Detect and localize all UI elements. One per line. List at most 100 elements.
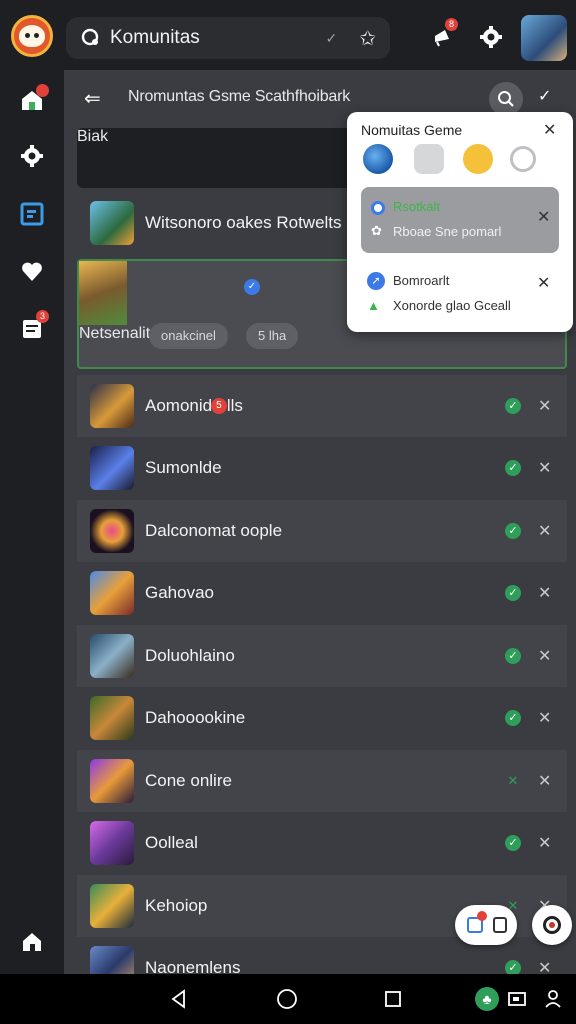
item-name: Netsenalite <box>79 324 160 342</box>
game-thumbnail <box>79 260 127 325</box>
item-name: Sumonlde <box>145 458 222 478</box>
board-icon <box>20 202 44 226</box>
globe-icon[interactable] <box>363 144 393 174</box>
checkmark-icon[interactable]: ✓ <box>326 30 338 47</box>
page-title: Nromuntas Gsme Scathfhoibark <box>128 88 351 105</box>
close-icon[interactable]: ✕ <box>538 396 551 416</box>
pending-mark-icon[interactable]: ✕ <box>505 773 521 789</box>
popup-title: Nomuitas Geme <box>361 122 463 138</box>
table-row[interactable]: Cone onlire ✕ ✕ <box>77 749 567 812</box>
accessibility-button[interactable] <box>540 986 566 1012</box>
record-icon <box>543 916 561 934</box>
popup-item-selected[interactable]: Rsotkalt ✿ Rboae Sne pomarl ✕ <box>361 187 559 253</box>
settings-button[interactable] <box>476 22 506 52</box>
rail-item-favorites[interactable] <box>16 256 48 288</box>
popup-item-title: Rsotkalt <box>393 199 440 214</box>
notes-badge: 3 <box>36 310 49 323</box>
close-icon[interactable]: ✕ <box>543 120 556 140</box>
filter-popup: Nomuitas Geme ✕ Rsotkalt ✿ Rboae Sne pom… <box>347 112 573 332</box>
screen-button[interactable] <box>504 986 530 1012</box>
back-arrow-icon[interactable]: ⇐ <box>84 86 101 111</box>
notification-badge: 8 <box>445 18 458 31</box>
drive-icon: ▲ <box>367 298 380 313</box>
app-logo[interactable] <box>11 15 53 57</box>
radio-icon <box>371 201 385 215</box>
item-name: Dalconomat oople <box>145 520 283 540</box>
star-icon[interactable]: ✩ <box>359 26 376 51</box>
item-name: Gahovao <box>145 583 214 603</box>
table-row[interactable]: Oolleal ✓ ✕ <box>77 812 567 875</box>
settings-ring-icon[interactable] <box>510 146 536 172</box>
item-name: Witsonoro oakes Rotwelts <box>145 213 342 233</box>
approve-check-icon[interactable]: ✓ <box>505 397 521 414</box>
approve-check-icon[interactable]: ✓ <box>505 585 521 602</box>
table-row[interactable]: Dalconomat oople ✓ ✕ <box>77 499 567 562</box>
search-button[interactable] <box>489 82 523 116</box>
close-icon[interactable]: ✕ <box>538 958 551 974</box>
shield-icon[interactable] <box>493 917 507 933</box>
game-thumbnail <box>90 201 134 246</box>
rail-item-boards[interactable] <box>16 198 48 230</box>
table-row[interactable]: Sumonlde ✓ ✕ <box>77 437 567 500</box>
approve-check-icon[interactable]: ✓ <box>505 460 521 477</box>
close-icon[interactable]: ✕ <box>538 771 551 791</box>
tag-chip[interactable]: onakcinel <box>149 322 228 349</box>
game-thumbnail <box>90 883 134 928</box>
rail-item-settings[interactable] <box>16 140 48 172</box>
popup-item-title: Bomroarlt <box>393 273 450 288</box>
game-thumbnail <box>90 821 134 866</box>
item-name: Cone onlire <box>145 770 232 790</box>
game-thumbnail <box>90 633 134 678</box>
record-button[interactable] <box>532 905 572 945</box>
app-shortcut[interactable]: ♣ <box>474 986 500 1012</box>
approve-check-icon[interactable]: ✓ <box>505 960 521 974</box>
close-icon[interactable]: ✕ <box>538 646 551 666</box>
close-icon[interactable]: ✕ <box>538 583 551 603</box>
game-thumbnail <box>90 508 134 553</box>
circle-home-icon <box>277 989 297 1009</box>
triangle-back-icon <box>171 989 185 1009</box>
confirm-check-icon[interactable]: ✓ <box>538 86 551 106</box>
back-nav-button[interactable] <box>166 986 192 1012</box>
table-row[interactable]: Gahovao ✓ ✕ <box>77 562 567 625</box>
gear-icon <box>480 26 502 48</box>
game-thumbnail <box>90 446 134 491</box>
game-thumbnail <box>90 758 134 803</box>
approve-check-icon[interactable]: ✓ <box>505 522 521 539</box>
popup-item[interactable]: ➚ Bomroarlt ▲ Xonorde glao Gceall ✕ <box>361 264 559 320</box>
close-icon[interactable]: ✕ <box>538 708 551 728</box>
rail-item-notes[interactable]: 3 <box>16 310 49 344</box>
home-nav-button[interactable] <box>274 986 300 1012</box>
emoji-icon[interactable] <box>463 144 493 174</box>
close-icon[interactable]: ✕ <box>538 458 551 478</box>
floating-action-group <box>455 905 517 945</box>
mascot-face-icon <box>19 25 45 47</box>
tag-chip[interactable]: 5 lha <box>246 322 299 349</box>
community-title-pill[interactable]: Komunitas ✓ ✩ <box>66 17 390 59</box>
close-icon[interactable]: ✕ <box>537 207 550 227</box>
community-icon <box>81 28 99 46</box>
verified-badge-icon: ✓ <box>244 278 260 295</box>
gallery-icon[interactable] <box>414 144 444 174</box>
table-row[interactable]: Aomonid 5 lls ✓ ✕ <box>77 374 567 437</box>
table-row[interactable]: Doluohlaino ✓ ✕ <box>77 624 567 687</box>
top-bar: Komunitas ✓ ✩ 8 <box>0 0 576 70</box>
table-row[interactable]: Dahooookine ✓ ✕ <box>77 687 567 750</box>
close-icon[interactable]: ✕ <box>537 273 550 293</box>
approve-check-icon[interactable]: ✓ <box>505 710 521 727</box>
gear-icon <box>21 145 43 167</box>
close-icon[interactable]: ✕ <box>538 521 551 541</box>
rail-item-home[interactable] <box>16 84 49 116</box>
count-badge: 5 <box>210 398 227 415</box>
item-name: Biak <box>77 128 109 145</box>
user-avatar[interactable] <box>521 15 567 61</box>
item-name: Kehoiop <box>145 895 208 915</box>
popup-item-subtitle: Rboae Sne pomarl <box>393 224 502 239</box>
recents-nav-button[interactable] <box>380 986 406 1012</box>
close-icon[interactable]: ✕ <box>538 833 551 853</box>
approve-check-icon[interactable]: ✓ <box>505 835 521 852</box>
approve-check-icon[interactable]: ✓ <box>505 647 521 664</box>
rail-item-house[interactable] <box>16 926 48 958</box>
game-thumbnail <box>90 696 134 741</box>
megaphone-button[interactable]: 8 <box>428 18 458 52</box>
